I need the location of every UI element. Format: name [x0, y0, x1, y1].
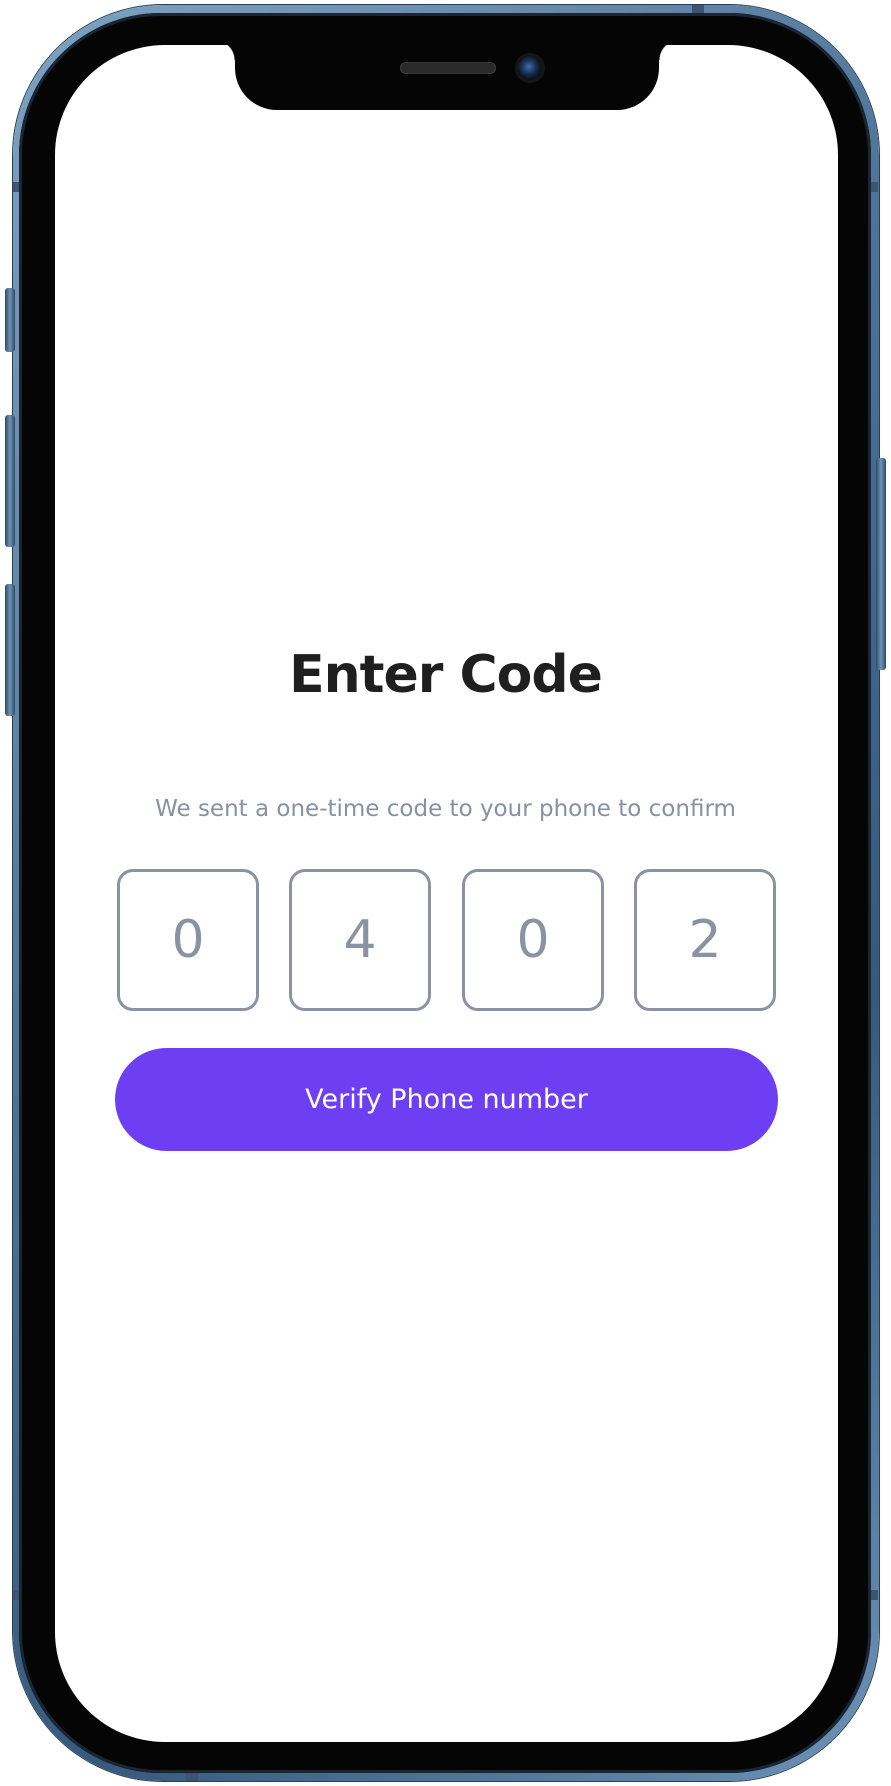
otp-code-input-group: 0 4 0 2 — [117, 869, 777, 1011]
otp-digit-input-3[interactable]: 0 — [462, 869, 604, 1011]
action-side-button — [5, 288, 15, 352]
earpiece-speaker-icon — [400, 62, 496, 74]
phone-notch — [215, 40, 679, 110]
verify-phone-number-button[interactable]: Verify Phone number — [115, 1048, 778, 1151]
page-subtitle: We sent a one-time code to your phone to… — [155, 796, 736, 822]
antenna-line — [692, 5, 704, 13]
power-side-button — [876, 458, 886, 670]
otp-digit-input-4[interactable]: 2 — [634, 869, 776, 1011]
front-camera-icon — [518, 56, 542, 80]
otp-digit-input-1[interactable]: 0 — [117, 869, 259, 1011]
antenna-line — [186, 1773, 198, 1781]
volume-up-side-button — [5, 415, 15, 547]
page-title: Enter Code — [289, 645, 603, 705]
otp-digit-input-2[interactable]: 4 — [289, 869, 431, 1011]
